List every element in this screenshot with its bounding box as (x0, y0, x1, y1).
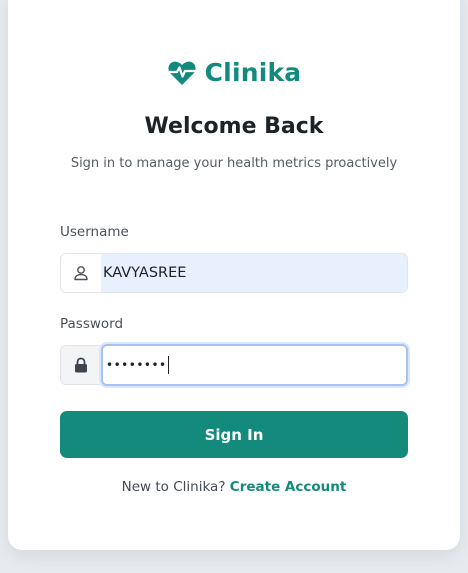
page-title: Welcome Back (144, 114, 324, 139)
username-field[interactable]: KAVYASREE (60, 253, 408, 293)
brand-name: Clinika (204, 58, 302, 87)
text-caret (167, 356, 169, 374)
password-masked-value: •••••••• (106, 358, 167, 372)
heart-pulse-icon (167, 61, 196, 85)
brand-logo: Clinika (8, 58, 460, 87)
password-input[interactable]: •••••••• (101, 344, 408, 386)
user-icon (61, 254, 101, 292)
password-label: Password (60, 316, 124, 332)
create-account-link[interactable]: Create Account (230, 479, 347, 495)
username-input[interactable]: KAVYASREE (101, 254, 407, 292)
page-subtitle: Sign in to manage your health metrics pr… (70, 156, 398, 171)
password-field[interactable]: •••••••• (60, 344, 408, 386)
signup-prompt: New to Clinika? Create Account (8, 479, 460, 495)
lock-icon (61, 346, 101, 384)
username-label: Username (60, 224, 129, 240)
signup-prompt-text: New to Clinika? (121, 479, 226, 495)
sign-in-button[interactable]: Sign In (60, 411, 408, 458)
login-card: Clinika Welcome Back Sign in to manage y… (8, 0, 460, 550)
